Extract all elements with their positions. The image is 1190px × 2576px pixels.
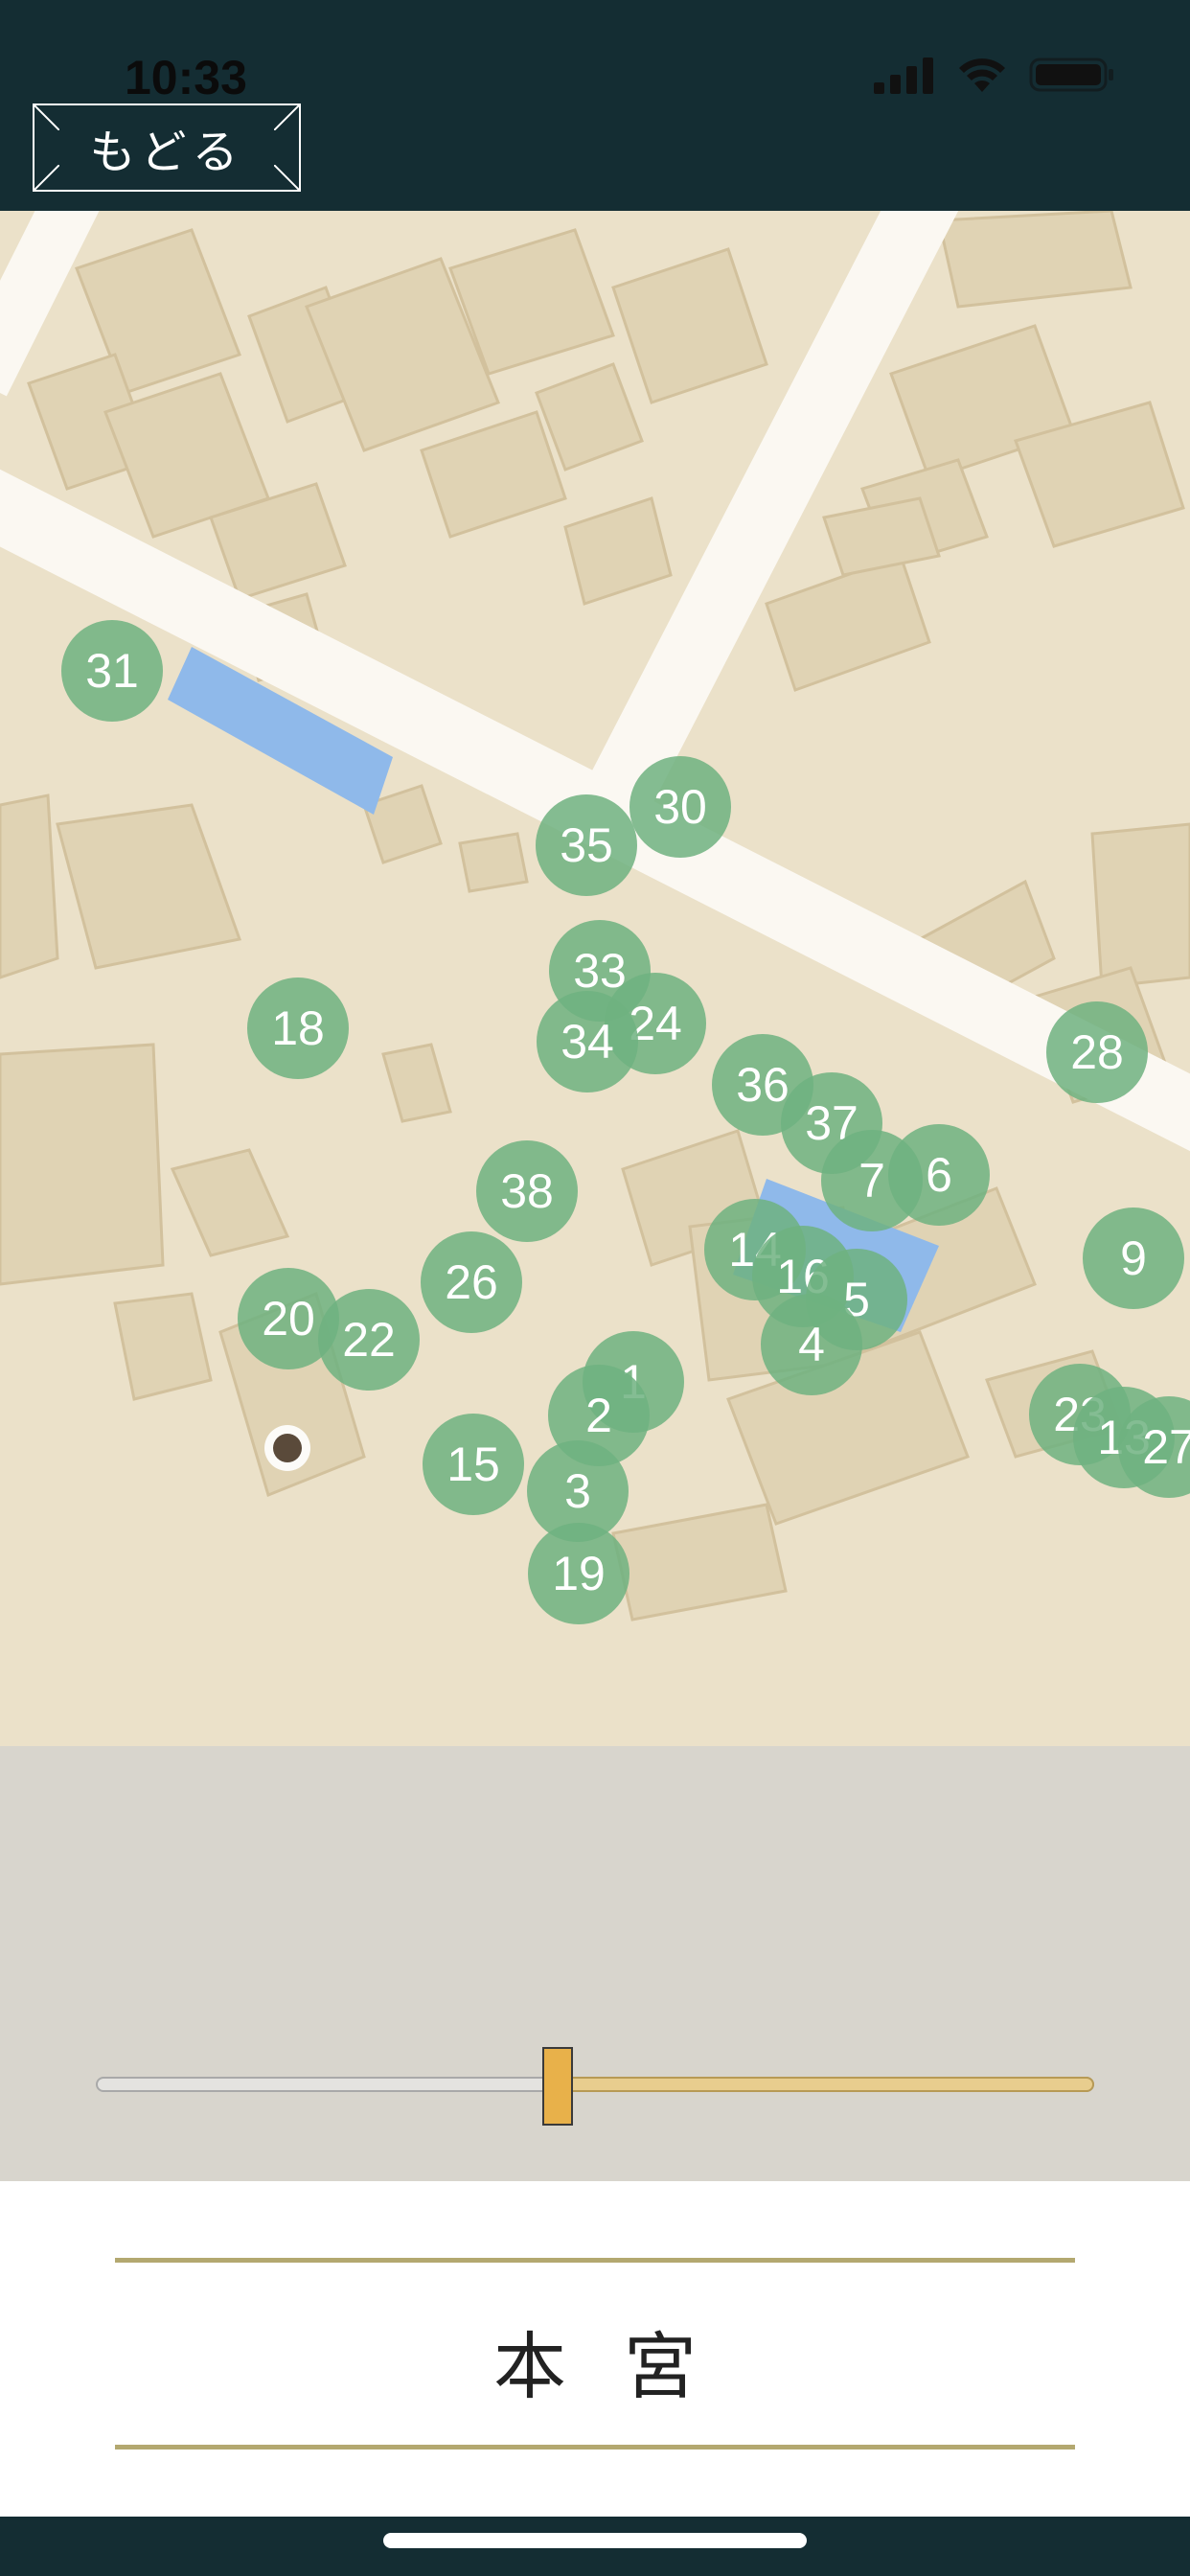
title-rule-bottom <box>115 2445 1075 2450</box>
map-view[interactable]: 3130353324341836372867389141652642022122… <box>0 211 1190 1746</box>
battery-icon <box>1029 58 1113 92</box>
back-button[interactable]: もどる <box>33 104 301 192</box>
slider-panel <box>0 1746 1190 2181</box>
corner-ornament-icon <box>34 105 59 130</box>
slider-thumb[interactable] <box>542 2047 573 2126</box>
slider-track-remaining[interactable] <box>557 2077 1094 2092</box>
map-marker-28[interactable]: 28 <box>1046 1001 1148 1103</box>
map-marker-34[interactable]: 34 <box>537 991 638 1092</box>
map-marker-7[interactable]: 7 <box>821 1130 923 1231</box>
map-marker-18[interactable]: 18 <box>247 978 349 1079</box>
corner-ornament-icon <box>274 165 299 190</box>
map-marker-35[interactable]: 35 <box>536 794 637 896</box>
map-marker-19[interactable]: 19 <box>528 1523 629 1624</box>
app-header: 10:33 もどる <box>0 0 1190 211</box>
wifi-icon <box>959 58 1005 92</box>
map-marker-38[interactable]: 38 <box>476 1140 578 1242</box>
location-title: 本宮 <box>493 2324 754 2409</box>
map-marker-15[interactable]: 15 <box>423 1414 524 1515</box>
map-marker-26[interactable]: 26 <box>421 1231 522 1333</box>
corner-ornament-icon <box>274 105 299 130</box>
signal-icon <box>874 58 933 94</box>
home-indicator[interactable] <box>383 2533 807 2548</box>
map-marker-9[interactable]: 9 <box>1083 1208 1184 1309</box>
back-button-label: もどる <box>89 126 244 179</box>
map-marker-22[interactable]: 22 <box>318 1289 420 1391</box>
title-rule-top <box>115 2258 1075 2263</box>
map-marker-30[interactable]: 30 <box>629 756 731 858</box>
map-marker-31[interactable]: 31 <box>61 620 163 722</box>
corner-ornament-icon <box>34 165 59 190</box>
status-icons <box>874 56 1115 94</box>
map-marker-4[interactable]: 4 <box>761 1294 862 1395</box>
status-time: 10:33 <box>125 51 247 104</box>
